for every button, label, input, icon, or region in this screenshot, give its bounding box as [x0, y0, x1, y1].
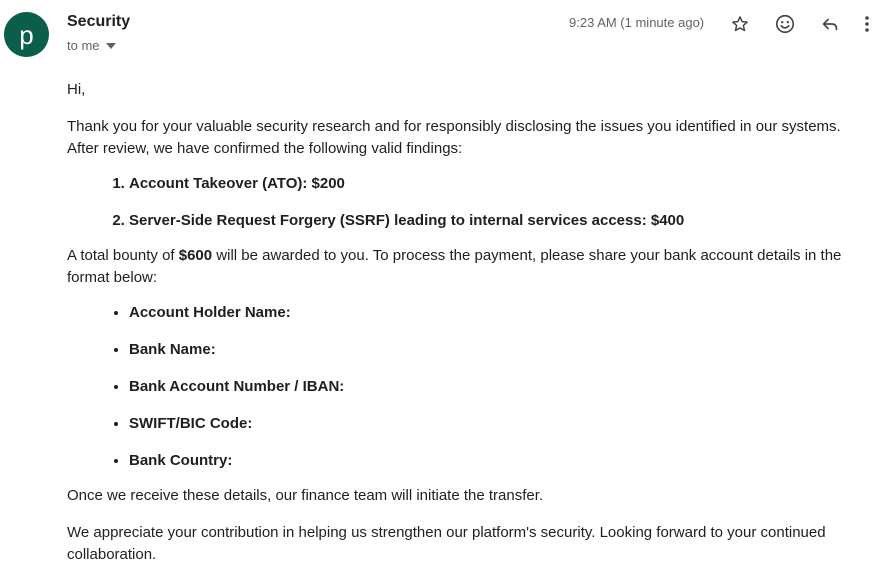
closing-paragraph: Once we receive these details, our finan…: [67, 487, 544, 504]
message-body: Hi, Thank you for your valuable security…: [67, 79, 872, 566]
bank-field-item: SWIFT/BIC Code:: [129, 413, 872, 435]
bounty-prefix: A total bounty of: [67, 247, 179, 264]
reply-icon: [819, 13, 841, 35]
greeting: Hi,: [67, 81, 86, 98]
bank-field-item: Bank Account Number / IBAN:: [129, 376, 872, 398]
bank-field-item: Bank Name:: [129, 339, 872, 361]
bank-field-item: Account Holder Name:: [129, 302, 872, 324]
star-icon: [730, 14, 750, 34]
avatar-letter: p: [19, 19, 34, 50]
timestamp: 9:23 AM (1 minute ago): [569, 15, 705, 30]
bounty-paragraph: A total bounty of $600 will be awarded t…: [67, 245, 872, 289]
add-reaction-button[interactable]: [771, 10, 799, 38]
star-button[interactable]: [726, 10, 754, 38]
sender-name[interactable]: Security: [67, 13, 130, 31]
emoji-icon: [774, 13, 796, 35]
finding-item: Server-Side Request Forgery (SSRF) leadi…: [129, 210, 872, 232]
caret-down-icon: [105, 42, 116, 49]
bank-fields-list: Account Holder Name: Bank Name: Bank Acc…: [67, 302, 872, 472]
avatar[interactable]: p: [4, 12, 49, 57]
intro-paragraph: Thank you for your valuable security res…: [67, 118, 841, 157]
reply-button[interactable]: [816, 10, 844, 38]
finding-item: Account Takeover (ATO): $200: [129, 173, 872, 195]
recipient-details-toggle[interactable]: to me: [67, 38, 116, 53]
findings-list: Account Takeover (ATO): $200 Server-Side…: [67, 173, 872, 232]
bounty-amount: $600: [178, 247, 213, 264]
email-view: p Security to me 9:23 AM (1 minute ago): [0, 0, 875, 574]
bank-field-item: Bank Country:: [129, 450, 872, 472]
recipient-label: to me: [67, 38, 100, 53]
appreciation-paragraph: We appreciate your contribution in helpi…: [67, 524, 826, 563]
more-vert-icon: [864, 14, 870, 34]
more-options-button[interactable]: [859, 10, 875, 38]
